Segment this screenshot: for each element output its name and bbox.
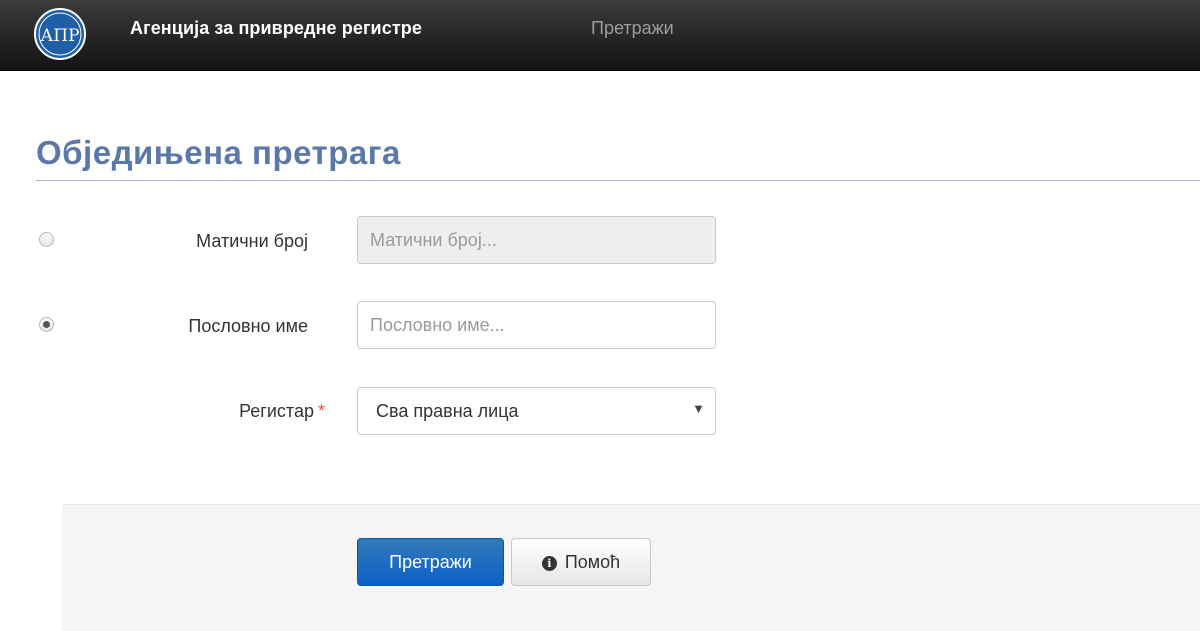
caret-down-icon: ▼: [692, 401, 705, 416]
info-circle-icon: i: [541, 556, 557, 571]
search-button[interactable]: Претражи: [357, 538, 504, 586]
registration-number-label: Матични број: [196, 231, 308, 251]
required-mark: *: [317, 401, 325, 421]
page-title: Обједињена претрага: [36, 134, 401, 171]
register-label-text: Регистар: [239, 401, 314, 421]
top-navbar: АПР Агенција за привредне регистре Претр…: [0, 0, 1200, 71]
business-name-input[interactable]: [357, 301, 716, 349]
register-label: Регистар *: [120, 401, 325, 422]
help-button[interactable]: i Помоћ: [511, 538, 651, 586]
registration-number-input[interactable]: [357, 216, 716, 264]
register-select-value: Сва правна лица: [376, 401, 519, 421]
svg-text:АПР: АПР: [40, 26, 79, 46]
radio-registration-number[interactable]: [39, 232, 54, 247]
register-select[interactable]: Сва правна лица ▼: [357, 387, 716, 435]
nav-link-search[interactable]: Претражи: [591, 18, 674, 39]
title-divider: [36, 180, 1200, 181]
help-button-label: Помоћ: [564, 552, 621, 572]
brand-name[interactable]: Агенција за привредне регистре: [130, 18, 422, 39]
apr-logo[interactable]: АПР: [34, 8, 86, 60]
business-name-label: Пословно име: [188, 316, 308, 336]
radio-business-name[interactable]: [39, 317, 54, 332]
